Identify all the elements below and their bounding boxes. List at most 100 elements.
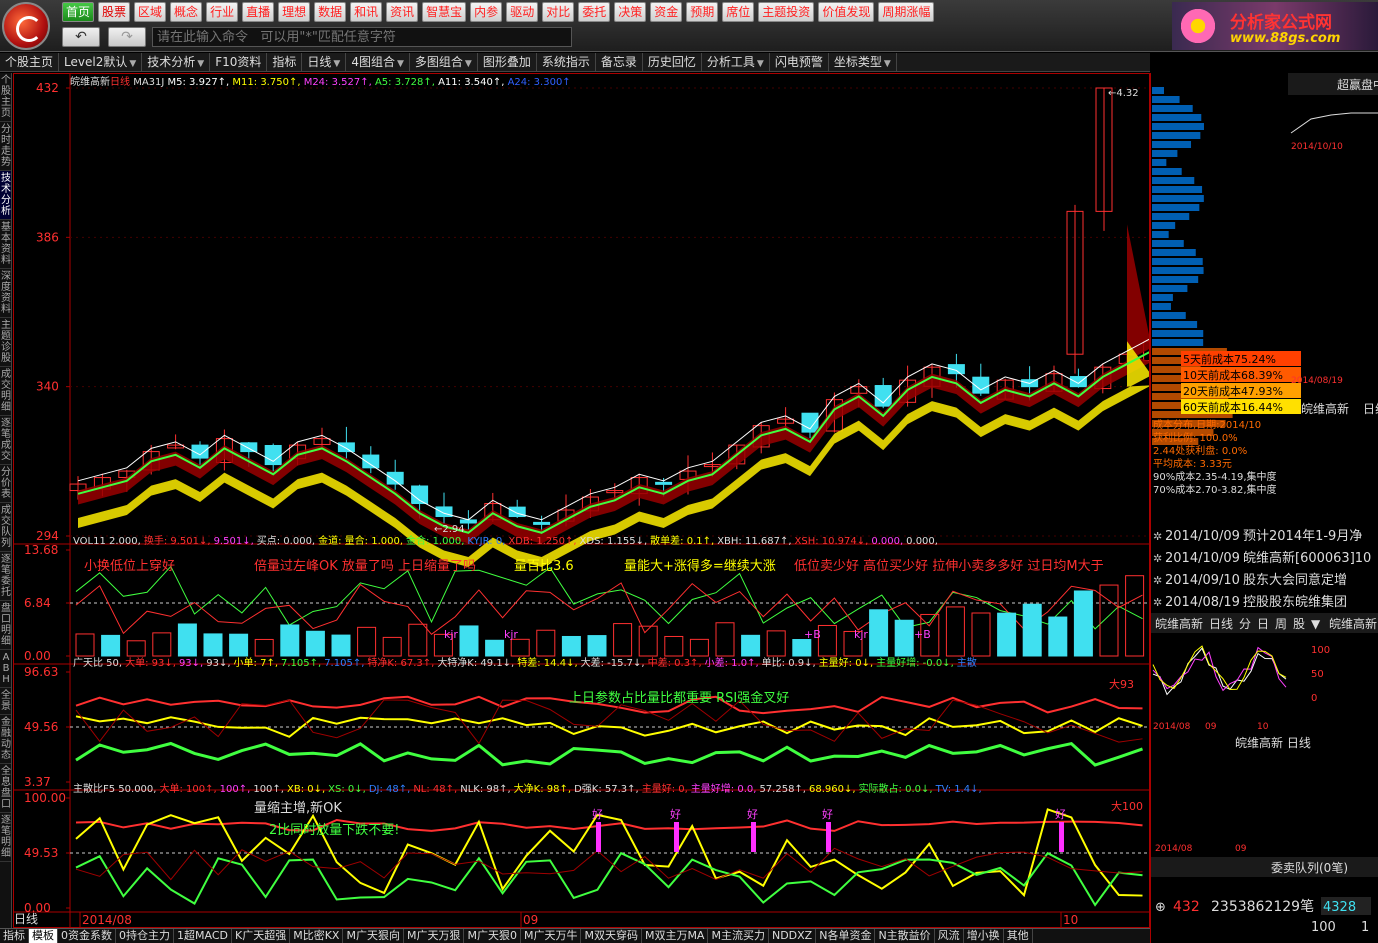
nav-button-11[interactable]: 内参	[470, 2, 503, 22]
cost-bar	[1152, 87, 1164, 94]
nav-button-2[interactable]: 区域	[134, 2, 167, 22]
left-tab-4[interactable]: 深度资料	[0, 269, 11, 318]
cost-bar	[1152, 213, 1190, 220]
bottom-tab-14[interactable]: NDDXZ	[769, 929, 817, 943]
menu-item-14[interactable]: 坐标类型 ▼	[829, 53, 897, 71]
nav-button-14[interactable]: 委托	[578, 2, 611, 22]
left-tab-11[interactable]: 盘口明细	[0, 601, 11, 650]
left-tab-10[interactable]: 逐笔委托	[0, 552, 11, 601]
nav-button-6[interactable]: 理想	[278, 2, 311, 22]
bottom-tab-16[interactable]: N主散益价	[875, 929, 935, 943]
cost-bar	[1152, 186, 1203, 193]
menu-item-3[interactable]: F10资料	[210, 53, 268, 71]
menu-item-10[interactable]: 备忘录	[596, 53, 643, 71]
menu-item-9[interactable]: 系统指示	[537, 53, 596, 71]
nav-button-9[interactable]: 资讯	[386, 2, 419, 22]
bottom-tab-5[interactable]: K广天超强	[232, 929, 291, 943]
bottom-tab-12[interactable]: M双主万MA	[642, 929, 709, 943]
left-tab-8[interactable]: 分价表	[0, 465, 11, 503]
left-tab-13[interactable]: 全景	[0, 688, 11, 715]
bottom-tab-10[interactable]: M广天万牛	[521, 929, 582, 943]
volume-bar	[741, 634, 761, 657]
menu-item-6[interactable]: 4图组合 ▼	[346, 53, 410, 71]
nav-button-19[interactable]: 主题投资	[758, 2, 815, 22]
nav-button-13[interactable]: 对比	[542, 2, 575, 22]
left-tab-3[interactable]: 基本资料	[0, 220, 11, 269]
nav-button-7[interactable]: 数据	[314, 2, 347, 22]
chart-area[interactable]: 432 386 340 294 皖维高新日线 MA31J M5: 3.927↑, M11…	[13, 73, 1161, 928]
command-input[interactable]	[152, 27, 572, 47]
menu-item-8[interactable]: 图形叠加	[478, 53, 537, 71]
menu-item-4[interactable]: 指标	[267, 53, 303, 71]
nav-button-3[interactable]: 概念	[170, 2, 203, 22]
nav-button-8[interactable]: 和讯	[350, 2, 383, 22]
left-tab-0[interactable]: 个股主页	[0, 73, 11, 122]
menu-item-5[interactable]: 日线 ▼	[302, 53, 347, 71]
forward-button[interactable]: ↷	[108, 27, 146, 47]
y-tick-label: 294	[36, 529, 59, 543]
nav-button-16[interactable]: 资金	[650, 2, 683, 22]
legend-item: 主量好增: -0.0↓,	[876, 656, 954, 669]
bottom-tab-9[interactable]: M广天狠0	[464, 929, 521, 943]
nav-button-15[interactable]: 决策	[614, 2, 647, 22]
menu-item-11[interactable]: 历史回忆	[643, 53, 702, 71]
left-tab-9[interactable]: 成交队列	[0, 503, 11, 552]
menu-item-1[interactable]: Level2默认 ▼	[59, 53, 143, 71]
stock-chart-svg[interactable]: 432 386 340 294 皖维高新日线 MA31J M5: 3.927↑, M11…	[14, 74, 1161, 927]
bottom-tab-15[interactable]: N各单资金	[816, 929, 876, 943]
left-tab-16[interactable]: 逐笔明细	[0, 813, 11, 862]
bottom-tab-0[interactable]: 指标	[0, 929, 29, 943]
volume-bar	[1048, 616, 1068, 657]
nav-button-18[interactable]: 席位	[722, 2, 755, 22]
bottom-tab-4[interactable]: 1超MACD	[174, 929, 232, 943]
nav-button-12[interactable]: 驱动	[506, 2, 539, 22]
legend-item: XB: 0↓,	[287, 784, 325, 795]
brand-url: www.88gs.com	[1230, 31, 1341, 46]
menu-item-0[interactable]: 个股主页	[0, 53, 60, 71]
menu-item-12[interactable]: 分析工具 ▼	[702, 53, 770, 71]
left-tab-1[interactable]: 分时走势	[0, 122, 11, 171]
left-tab-14[interactable]: 金融动态	[0, 715, 11, 764]
bottom-tab-13[interactable]: M主流买力	[708, 929, 769, 943]
menu-item-7[interactable]: 多图组合 ▼	[410, 53, 478, 71]
menu-item-2[interactable]: 技术分析 ▼	[142, 53, 211, 71]
left-tab-5[interactable]: 主题诊股	[0, 318, 11, 367]
legend-item: 主量好: 0↓,	[819, 657, 873, 669]
legend-item: 日线	[110, 75, 133, 88]
bottom-tab-7[interactable]: M广天狠向	[343, 929, 404, 943]
cost-bar	[1152, 267, 1204, 274]
left-tab-12[interactable]: ABH	[0, 650, 11, 688]
back-button[interactable]: ↶	[62, 27, 100, 47]
menu-item-label: 4图组合	[351, 55, 395, 69]
legend-item: 7.105↑,	[281, 658, 321, 669]
bottom-tab-3[interactable]: 0持仓主力	[116, 929, 174, 943]
left-tab-15[interactable]: 全息盘口	[0, 764, 11, 813]
nav-button-17[interactable]: 预期	[686, 2, 719, 22]
bottom-tab-19[interactable]: 其他	[1004, 929, 1033, 943]
legend-item: 特净K: 67.3↑,	[367, 656, 434, 669]
left-tab-6[interactable]: 成交明细	[0, 367, 11, 416]
bottom-tab-8[interactable]: M广天万狠	[404, 929, 465, 943]
nav-button-21[interactable]: 周期涨幅	[878, 2, 935, 22]
nav-button-5[interactable]: 直播	[242, 2, 275, 22]
nav-button-10[interactable]: 智慧宝	[422, 2, 467, 22]
bottom-tab-6[interactable]: M比密KX	[290, 929, 344, 943]
left-tab-7[interactable]: 逐笔成交	[0, 416, 11, 465]
left-tab-2[interactable]: 技术分析	[0, 171, 11, 220]
legend-item: 68.960↓,	[809, 784, 856, 795]
bottom-tab-11[interactable]: M双天穿码	[581, 929, 642, 943]
cost-bar	[1152, 105, 1193, 112]
bottom-tab-1[interactable]: 模板	[29, 929, 58, 943]
brand-banner[interactable]: 分析家公式网 www.88gs.com	[1172, 2, 1378, 50]
nav-button-4[interactable]: 行业	[206, 2, 239, 22]
menu-item-13[interactable]: 闪电预警	[770, 53, 829, 71]
cost-info-row: 2.44处获利盘: 0.0%	[1153, 444, 1247, 457]
bottom-tab-18[interactable]: 增小换	[964, 929, 1004, 943]
candlesticks	[69, 87, 1161, 535]
nav-button-1[interactable]: 股票	[98, 2, 131, 22]
app-logo-icon[interactable]	[2, 2, 50, 50]
bottom-tab-17[interactable]: 风流	[935, 929, 964, 943]
nav-button-20[interactable]: 价值发现	[818, 2, 875, 22]
nav-button-0[interactable]: 首页	[62, 2, 95, 22]
bottom-tab-2[interactable]: 0资金系数	[58, 929, 116, 943]
